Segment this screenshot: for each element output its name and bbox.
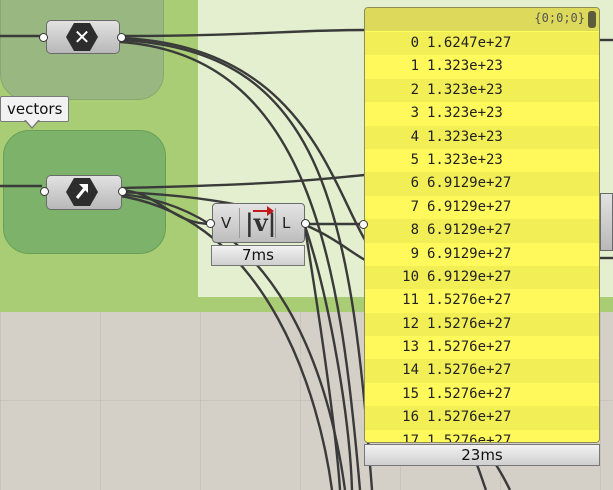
panel-row: 3 1.323e+23 bbox=[365, 102, 599, 126]
row-value: 6.9129e+27 bbox=[427, 175, 512, 192]
row-index: 17 bbox=[402, 432, 419, 443]
wire bbox=[119, 40, 362, 490]
panel-row: 15 1.5276e+27 bbox=[365, 382, 599, 407]
row-index: 4 bbox=[410, 128, 419, 145]
panel-row: 9 6.9129e+27 bbox=[365, 242, 599, 266]
panel-row: 14 1.5276e+27 bbox=[365, 359, 599, 383]
row-index: 13 bbox=[402, 339, 419, 356]
panel-row: 16 1.5276e+27 bbox=[365, 406, 599, 430]
panel-row: 12 1.5276e+27 bbox=[365, 312, 599, 337]
row-value: 1.323e+23 bbox=[427, 58, 503, 75]
row-index: 5 bbox=[410, 151, 419, 168]
panel-timing: 23ms bbox=[364, 444, 600, 466]
panel-row: 0 1.6247e+27 bbox=[365, 32, 599, 56]
divider bbox=[275, 208, 276, 238]
vector-arrow-mark bbox=[253, 206, 274, 216]
panel-rows: 0 1.6247e+27 1 1.323e+23 2 1.323e+23 3 1.323e+2… bbox=[365, 32, 599, 443]
vector-length-input-label: V bbox=[221, 214, 232, 232]
vector-length-timing: 7ms bbox=[211, 245, 305, 266]
wire bbox=[303, 227, 342, 490]
vector-length-input-port[interactable] bbox=[206, 219, 215, 228]
vector-arrow-icon bbox=[66, 178, 98, 206]
row-index: 2 bbox=[410, 81, 419, 98]
panel-row: 10 6.9129e+27 bbox=[365, 265, 599, 290]
row-index: 11 bbox=[402, 292, 419, 309]
vector-param-input-port[interactable] bbox=[40, 187, 49, 196]
row-value: 1.323e+23 bbox=[427, 151, 503, 168]
vector-param-output-port[interactable] bbox=[118, 187, 127, 196]
row-value: 1.5276e+27 bbox=[427, 432, 512, 443]
row-value: 1.323e+23 bbox=[427, 81, 503, 98]
row-value: 1.5276e+27 bbox=[427, 385, 512, 402]
vector-length-component[interactable]: V |v| L bbox=[212, 203, 305, 243]
row-index: 8 bbox=[410, 222, 419, 239]
row-value: 6.9129e+27 bbox=[427, 222, 512, 239]
row-index: 12 bbox=[402, 315, 419, 332]
tooltip-label: vectors bbox=[7, 100, 63, 118]
panel-row: 7 6.9129e+27 bbox=[365, 195, 599, 220]
close-component[interactable]: ✕ bbox=[46, 20, 120, 54]
panel-row: 11 1.5276e+27 bbox=[365, 289, 599, 313]
row-index: 1 bbox=[410, 58, 419, 75]
wire bbox=[119, 28, 366, 38]
row-index: 15 bbox=[402, 385, 419, 402]
row-value: 1.323e+23 bbox=[427, 105, 503, 122]
panel-row: 13 1.5276e+27 bbox=[365, 336, 599, 360]
row-index: 16 bbox=[402, 409, 419, 426]
row-value: 1.5276e+27 bbox=[427, 409, 512, 426]
row-index: 3 bbox=[410, 105, 419, 122]
row-index: 6 bbox=[410, 175, 419, 192]
vector-param-component[interactable] bbox=[46, 175, 122, 210]
row-index: 14 bbox=[402, 362, 419, 379]
panel-input-port[interactable] bbox=[359, 220, 368, 229]
row-index: 7 bbox=[410, 198, 419, 215]
vector-length-output-port[interactable] bbox=[301, 219, 310, 228]
row-value: 1.5276e+27 bbox=[427, 339, 512, 356]
panel-header: {0;0;0} bbox=[365, 8, 599, 31]
row-value: 6.9129e+27 bbox=[427, 198, 512, 215]
panel-row: 8 6.9129e+27 bbox=[365, 219, 599, 243]
close-icon: ✕ bbox=[66, 23, 98, 51]
panel-row: 17 1.5276e+27 bbox=[365, 429, 599, 443]
panel-row: 4 1.323e+23 bbox=[365, 125, 599, 149]
row-value: 6.9129e+27 bbox=[427, 268, 512, 285]
row-value: 1.323e+23 bbox=[427, 128, 503, 145]
row-index: 9 bbox=[410, 245, 419, 262]
row-value: 6.9129e+27 bbox=[427, 245, 512, 262]
vector-length-output-label: L bbox=[282, 214, 291, 232]
panel-row: 1 1.323e+23 bbox=[365, 55, 599, 79]
panel-row: 2 1.323e+23 bbox=[365, 78, 599, 103]
panel-row: 5 1.323e+23 bbox=[365, 148, 599, 173]
row-value: 1.5276e+27 bbox=[427, 292, 512, 309]
close-component-output-port[interactable] bbox=[117, 33, 126, 42]
row-index: 10 bbox=[402, 268, 419, 285]
panel-path: {0;0;0} bbox=[534, 11, 585, 25]
panel-scroll-handle[interactable] bbox=[588, 11, 596, 28]
offscreen-component[interactable] bbox=[600, 193, 613, 251]
divider bbox=[239, 208, 240, 238]
wire bbox=[119, 173, 366, 190]
row-value: 1.5276e+27 bbox=[427, 362, 512, 379]
panel-row: 6 6.9129e+27 bbox=[365, 172, 599, 196]
row-index: 0 bbox=[410, 35, 419, 51]
row-value: 1.6247e+27 bbox=[427, 35, 512, 51]
output-panel[interactable]: {0;0;0} 0 1.6247e+27 1 1.323e+23 2 1.323e+23 3… bbox=[364, 7, 600, 443]
row-value: 1.5276e+27 bbox=[427, 315, 512, 332]
grasshopper-canvas[interactable]: vectors ✕ V |v| L 7ms {0;0;0} 0 1.6247e+… bbox=[0, 0, 613, 490]
close-component-input-port[interactable] bbox=[39, 33, 48, 42]
tooltip-pointer bbox=[24, 119, 40, 129]
